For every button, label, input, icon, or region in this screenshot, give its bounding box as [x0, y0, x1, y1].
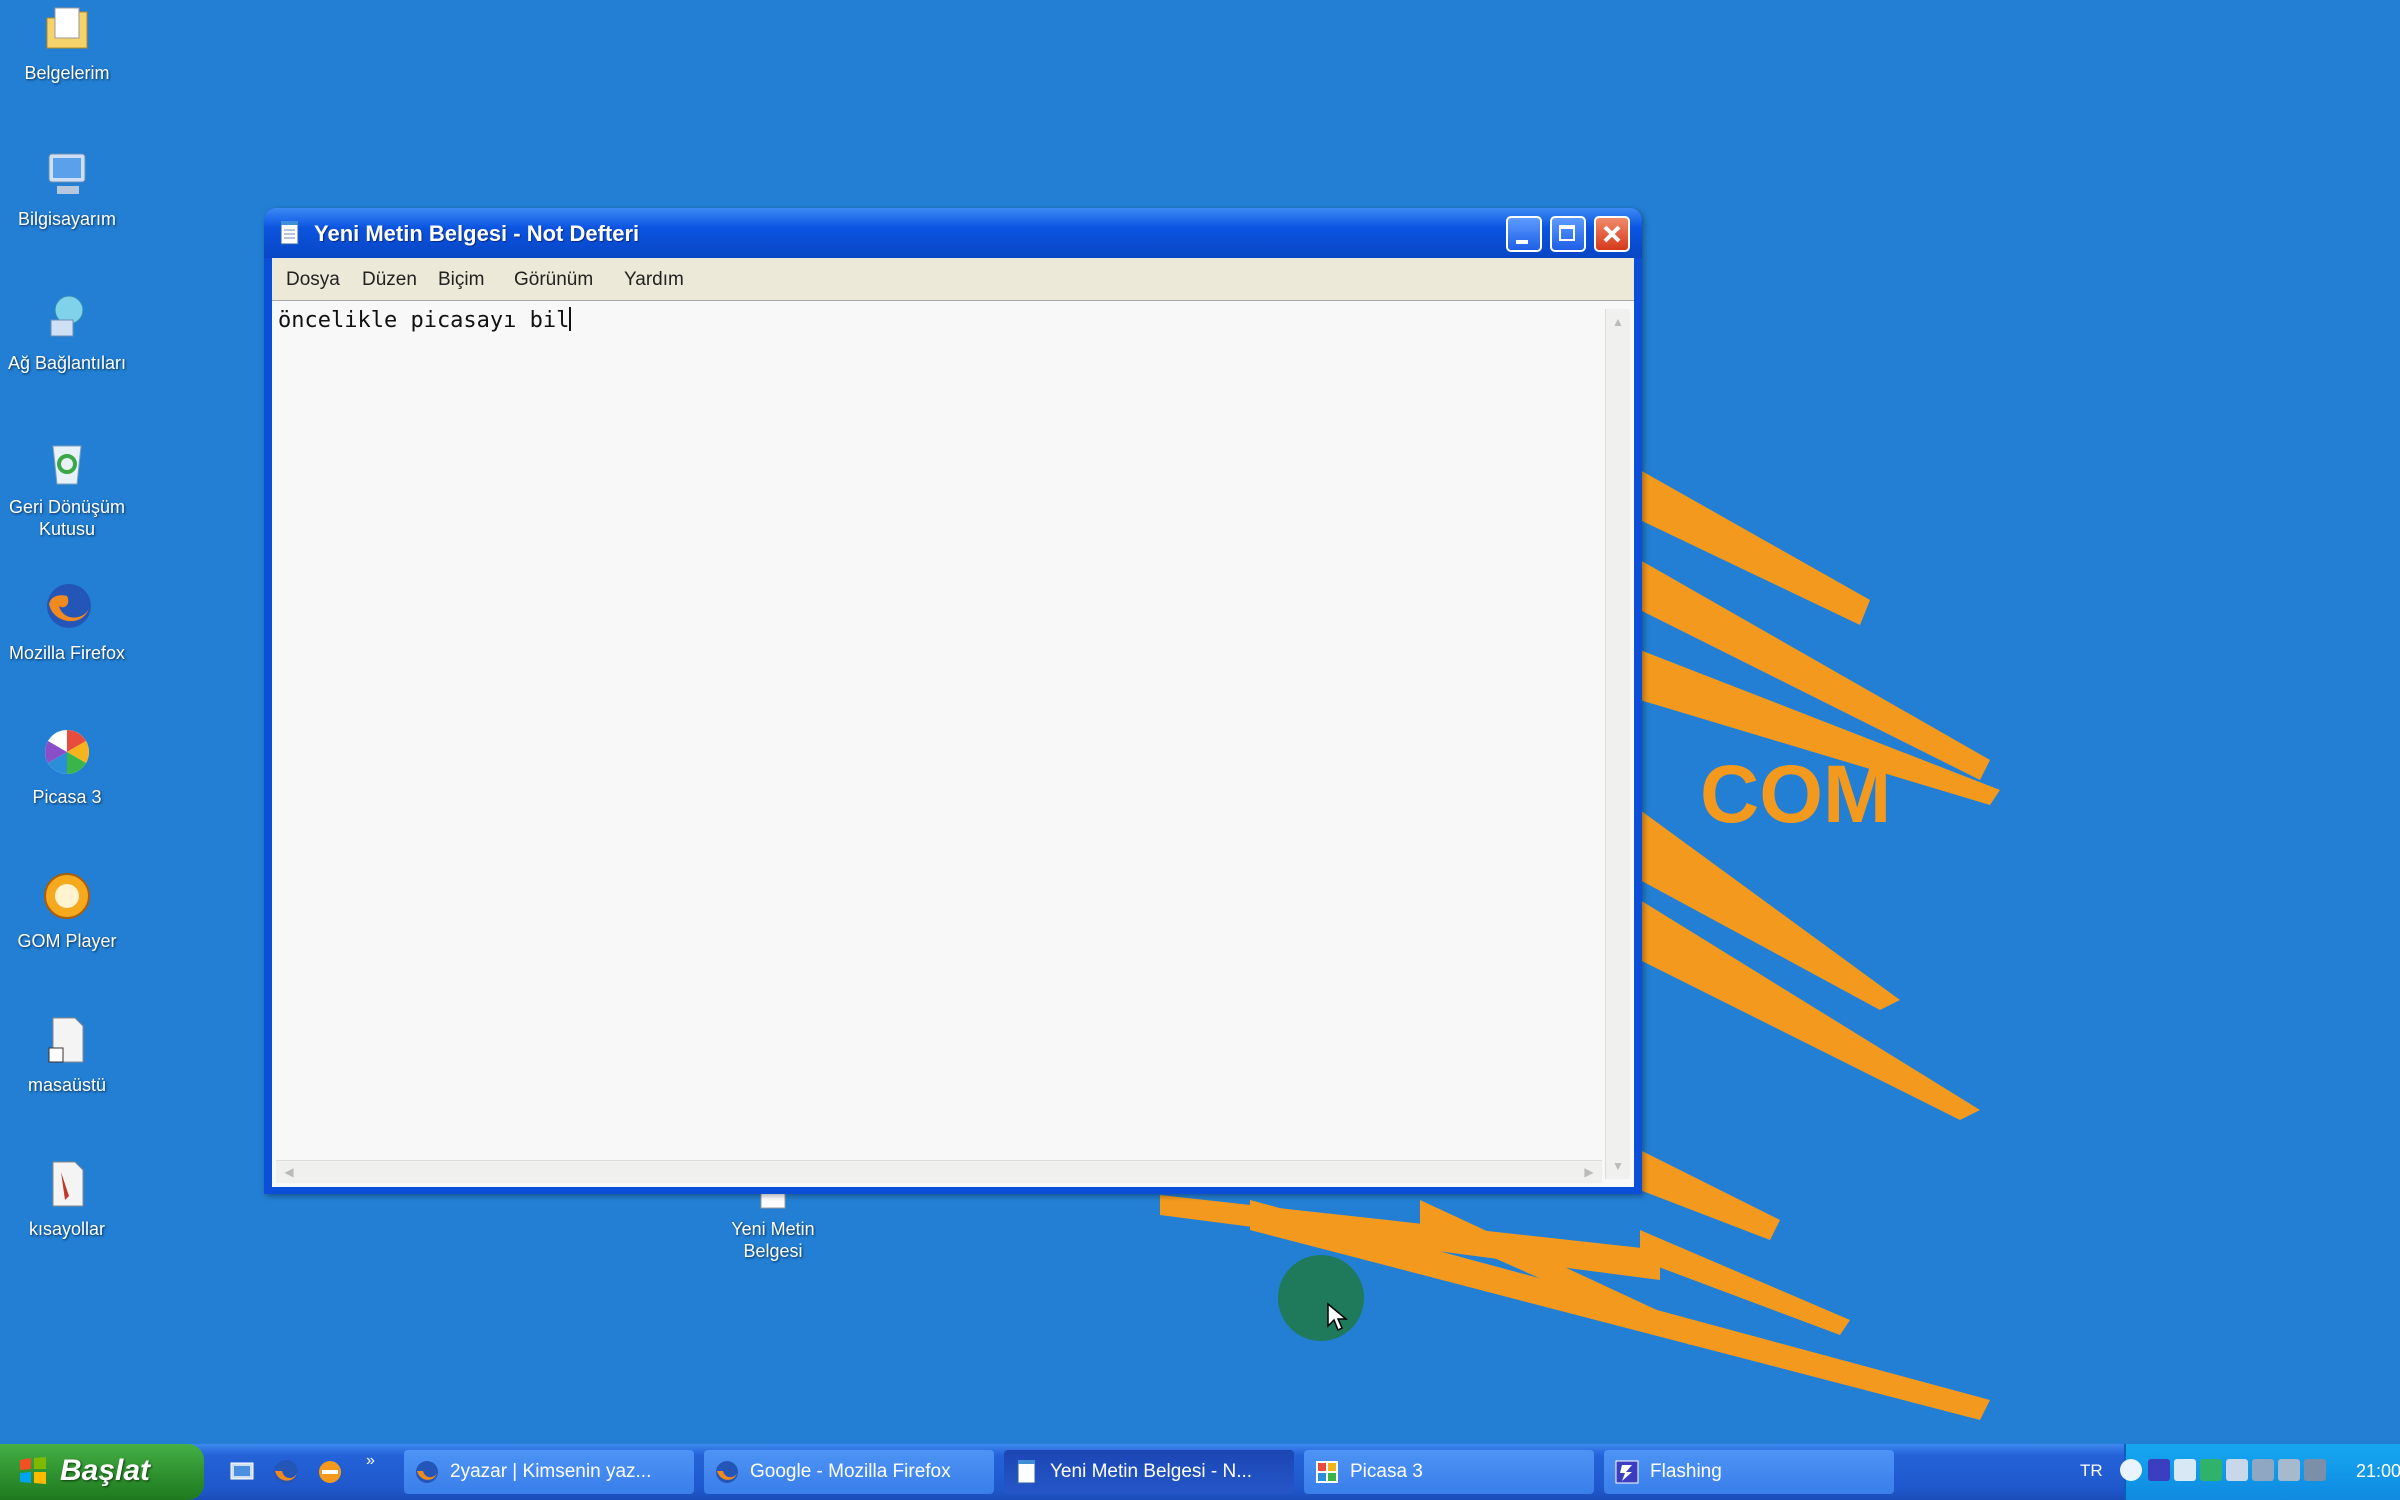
desktop-icon-label: Ağ Bağlantıları — [7, 353, 127, 373]
desktop-icon-label: masaüstü — [27, 1075, 107, 1095]
tray-expand-icon[interactable] — [2120, 1459, 2142, 1481]
menu-yardim[interactable]: Yardım — [624, 269, 684, 291]
recycle-bin-icon — [52, 445, 82, 485]
desktop-icon-geri-donusum[interactable]: Geri Dönüşüm Kutusu — [0, 434, 134, 540]
desktop-icon-label: Bilgisayarım — [17, 209, 117, 229]
firefox-icon — [47, 584, 91, 628]
windows-logo-icon — [20, 1457, 46, 1484]
gom-player-icon — [44, 873, 90, 919]
window-titlebar[interactable]: Yeni Metin Belgesi - Not Defteri — [264, 208, 1642, 258]
desktop-icon-label: Mozilla Firefox — [8, 643, 126, 663]
taskbar: Başlat » 2yazar | Kimsenin yaz... Google… — [0, 1444, 2400, 1500]
taskbar-button-flashing[interactable]: Flashing — [1604, 1450, 1894, 1494]
cursor-highlight — [1278, 1255, 1364, 1341]
editor-text: öncelikle picasayı bil — [278, 308, 570, 333]
computer-icon — [48, 153, 86, 194]
taskbar-button-2yazar[interactable]: 2yazar | Kimsenin yaz... — [404, 1450, 694, 1494]
tray-app-icon[interactable] — [2148, 1459, 2170, 1481]
notepad-icon — [1017, 1460, 1036, 1484]
desktop-icon-ag-baglantilari[interactable]: Ağ Bağlantıları — [0, 290, 134, 374]
close-button[interactable] — [1594, 216, 1630, 252]
text-caret — [569, 307, 572, 331]
quick-launch-expand-icon[interactable]: » — [366, 1452, 375, 1470]
start-button[interactable]: Başlat — [0, 1444, 204, 1500]
minimize-icon — [1516, 240, 1528, 244]
maximize-icon — [1559, 225, 1575, 241]
menu-bar: Dosya Düzen Biçim Görünüm Yardım — [272, 258, 1634, 300]
tray-volume-icon[interactable] — [2226, 1459, 2248, 1481]
firefox-icon — [716, 1461, 738, 1483]
wallpaper-com-text: COM — [1700, 749, 1891, 840]
text-editor-area[interactable]: öncelikle picasayı bil ▲ ▼ ◀ ▶ — [272, 300, 1634, 1187]
tray-usb-icon[interactable] — [2252, 1459, 2274, 1481]
desktop-icon-label: Picasa 3 — [32, 787, 102, 807]
shortcut-folder-icon — [52, 1161, 84, 1207]
maximize-button[interactable] — [1550, 216, 1586, 252]
editor-content: öncelikle picasayı bil — [278, 307, 572, 333]
media-icon[interactable] — [316, 1458, 344, 1486]
shortcut-file-icon — [48, 1017, 84, 1063]
taskbar-button-google-firefox[interactable]: Google - Mozilla Firefox — [704, 1450, 994, 1494]
firefox-icon — [416, 1461, 438, 1483]
horizontal-scrollbar[interactable]: ◀ ▶ — [276, 1160, 1602, 1183]
taskbar-button-picasa[interactable]: Picasa 3 — [1304, 1450, 1594, 1494]
desktop-icon-label: Geri Dönüşüm Kutusu — [8, 497, 126, 539]
system-tray: TR 21:00 — [2080, 1444, 2400, 1500]
taskbar-button-label: Flashing — [1650, 1461, 1722, 1482]
flashing-icon — [1615, 1460, 1639, 1484]
window-title: Yeni Metin Belgesi - Not Defteri — [314, 221, 640, 246]
scroll-down-icon[interactable]: ▼ — [1609, 1157, 1627, 1175]
taskbar-button-label: Picasa 3 — [1350, 1461, 1423, 1482]
menu-dosya[interactable]: Dosya — [286, 269, 340, 291]
show-desktop-icon[interactable] — [228, 1458, 256, 1486]
menu-bicim[interactable]: Biçim — [438, 269, 484, 291]
desktop-icon-label: GOM Player — [17, 931, 117, 951]
menu-gorunum[interactable]: Görünüm — [514, 269, 593, 291]
tray-device-icon[interactable] — [2278, 1459, 2300, 1481]
tray-misc-icon[interactable] — [2304, 1459, 2326, 1481]
desktop-icon-masaustu[interactable]: masaüstü — [0, 1012, 134, 1096]
taskbar-button-label: Google - Mozilla Firefox — [750, 1461, 951, 1482]
desktop-icon-firefox[interactable]: Mozilla Firefox — [0, 580, 134, 664]
desktop-icon-label: Belgelerim — [24, 63, 110, 83]
network-icon — [50, 295, 84, 337]
desktop-icon-belgelerim[interactable]: Belgelerim — [0, 0, 134, 84]
tray-security-icon[interactable] — [2200, 1459, 2222, 1481]
notepad-window[interactable]: Yeni Metin Belgesi - Not Defteri Dosya D… — [264, 208, 1642, 1194]
notepad-icon — [280, 221, 299, 245]
taskbar-button-notepad[interactable]: Yeni Metin Belgesi - N... — [1004, 1450, 1294, 1494]
picasa-icon — [45, 730, 89, 774]
picasa-icon — [1316, 1461, 1338, 1483]
taskbar-button-label: 2yazar | Kimsenin yaz... — [450, 1461, 652, 1482]
desktop-icon-label: kısayollar — [28, 1219, 106, 1239]
mouse-pointer-icon — [1327, 1302, 1348, 1332]
desktop-icon-label: Yeni Metin Belgesi — [731, 1219, 815, 1261]
desktop-icon-gom-player[interactable]: GOM Player — [0, 868, 134, 952]
scroll-left-icon[interactable]: ◀ — [280, 1163, 298, 1181]
taskbar-button-label: Yeni Metin Belgesi - N... — [1050, 1461, 1253, 1482]
tray-network-icon[interactable] — [2174, 1459, 2196, 1481]
firefox-icon[interactable] — [272, 1458, 300, 1486]
scroll-right-icon[interactable]: ▶ — [1580, 1163, 1598, 1181]
vertical-scrollbar[interactable]: ▲ ▼ — [1605, 309, 1630, 1179]
language-indicator[interactable]: TR — [2080, 1461, 2103, 1481]
menu-duzen[interactable]: Düzen — [362, 269, 417, 291]
tray-clock[interactable]: 21:00 — [2356, 1461, 2400, 1482]
close-icon — [1603, 225, 1621, 243]
desktop-icon-kisayollar[interactable]: kısayollar — [0, 1156, 134, 1240]
desktop-icon-bilgisayarim[interactable]: Bilgisayarım — [0, 146, 134, 230]
scroll-up-icon[interactable]: ▲ — [1609, 313, 1627, 331]
desktop-icon-picasa[interactable]: Picasa 3 — [0, 724, 134, 808]
start-label: Başlat — [60, 1454, 151, 1487]
minimize-button[interactable] — [1506, 216, 1542, 252]
folder-documents-icon — [46, 7, 88, 49]
